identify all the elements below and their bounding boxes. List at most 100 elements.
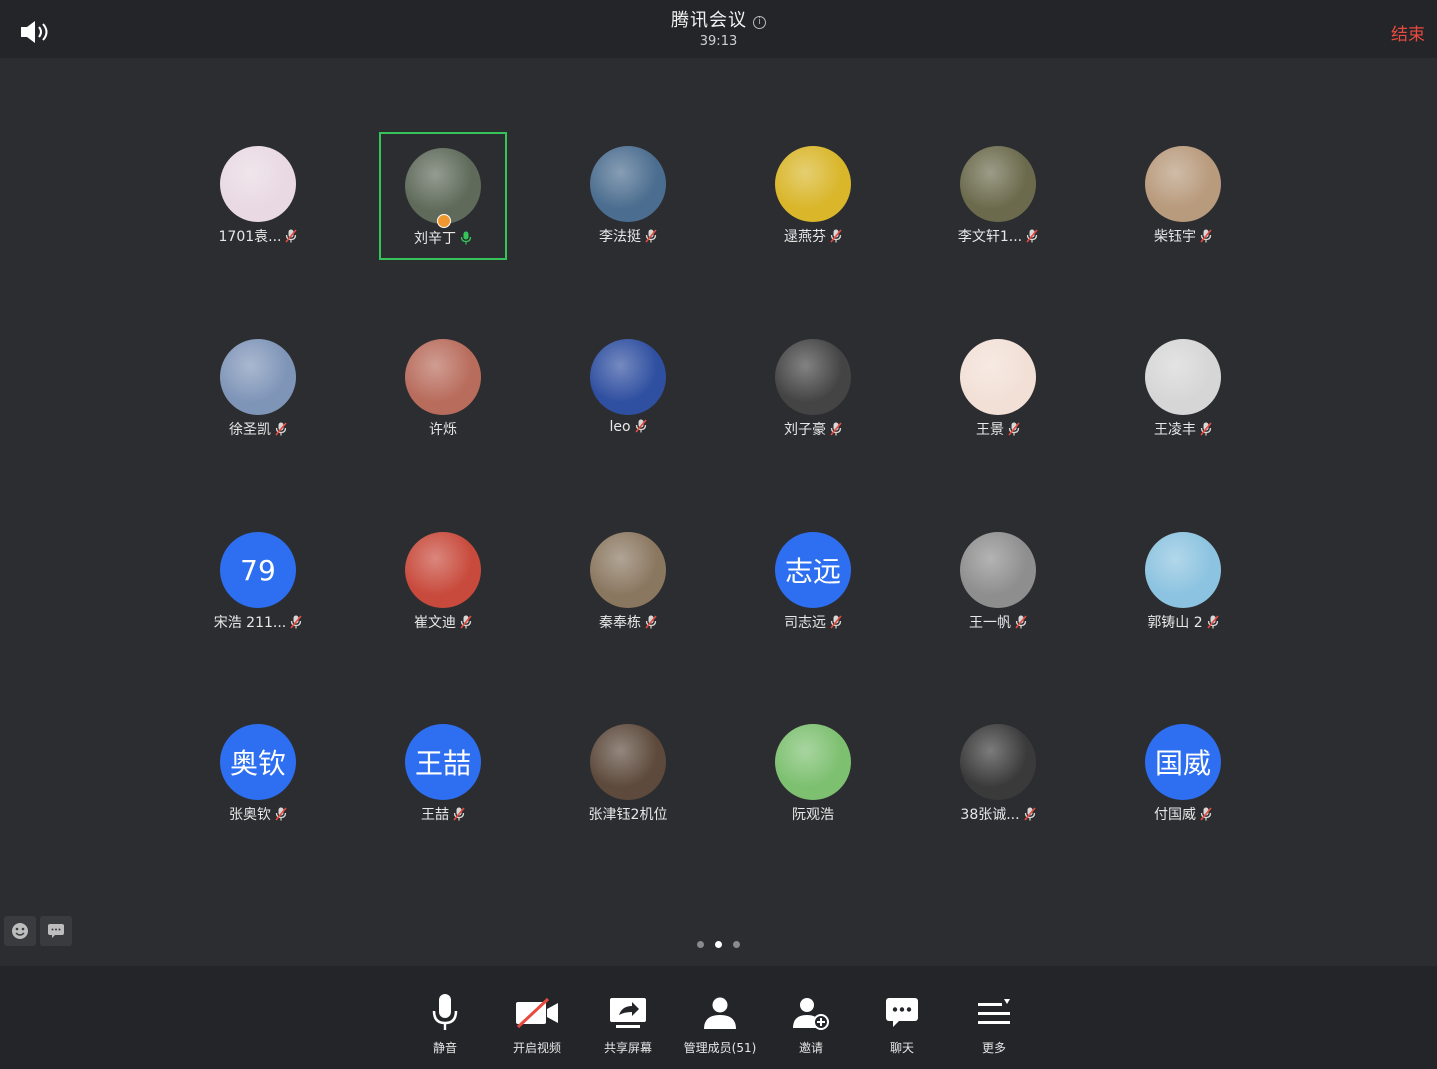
end-meeting-button[interactable]: 结束	[1391, 20, 1425, 45]
more-button[interactable]: 更多	[949, 992, 1039, 1056]
participant-name: leo	[609, 419, 631, 435]
participant-tile[interactable]: 郭铸山 2	[1119, 518, 1247, 646]
left-tools	[4, 916, 72, 946]
mic-muted-icon	[645, 229, 657, 243]
mic-on-icon	[460, 231, 472, 245]
avatar	[960, 724, 1036, 800]
participant-tile[interactable]: 1701袁...	[194, 132, 322, 260]
invite-button[interactable]: 邀请	[766, 992, 856, 1056]
mic-muted-icon	[830, 615, 842, 629]
participant-name-row: 1701袁...	[194, 226, 322, 246]
video-off-icon	[492, 992, 582, 1034]
participant-name-row: 王一帆	[934, 612, 1062, 632]
participant-name: 王喆	[421, 807, 449, 823]
participant-tile[interactable]: 张津钰2机位	[564, 710, 692, 838]
meeting-header: 腾讯会议 i 39:13	[0, 6, 1437, 49]
participant-tile[interactable]: 逯燕芬	[749, 132, 877, 260]
participant-name-row: 38张诚...	[934, 804, 1062, 824]
mic-muted-icon	[830, 229, 842, 243]
participant-tile[interactable]: 阮观浩	[749, 710, 877, 838]
info-icon[interactable]: i	[753, 16, 766, 29]
mic-muted-icon	[1200, 229, 1212, 243]
participant-name: 38张诚...	[960, 807, 1020, 823]
mic-muted-icon	[1200, 807, 1212, 821]
avatar-initials: 79	[220, 532, 296, 608]
avatar	[960, 339, 1036, 415]
avatar	[220, 146, 296, 222]
participant-grid: 1701袁... 刘辛丁 李法挺 逯燕芬 李文轩1... 柴钰宇徐圣凯 许烁 leo 刘子豪 王景…	[165, 70, 1275, 900]
avatar	[405, 339, 481, 415]
chat-bubble-icon[interactable]	[40, 916, 72, 946]
chat-button[interactable]: 聊天	[857, 992, 947, 1056]
mic-muted-icon	[275, 422, 287, 436]
avatar-initials: 奥钦	[220, 724, 296, 800]
participant-name: 郭铸山 2	[1147, 615, 1203, 631]
participant-tile[interactable]: leo	[564, 325, 692, 453]
page-dot-active[interactable]	[715, 941, 722, 948]
avatar	[405, 532, 481, 608]
mic-muted-icon	[1008, 422, 1020, 436]
participant-tile[interactable]: 王凌丰	[1119, 325, 1247, 453]
participant-name: 王凌丰	[1154, 422, 1196, 438]
participant-name: 司志远	[784, 615, 826, 631]
participant-tile[interactable]: 王一帆	[934, 518, 1062, 646]
mic-muted-icon	[285, 229, 298, 243]
participant-name-row: 王凌丰	[1119, 419, 1247, 439]
participant-name-row: 柴钰宇	[1119, 226, 1247, 246]
participant-tile[interactable]: 刘辛丁	[379, 132, 507, 260]
participant-name: 柴钰宇	[1154, 229, 1196, 245]
avatar	[960, 146, 1036, 222]
participant-tile[interactable]: 许烁	[379, 325, 507, 453]
participant-name: 刘辛丁	[414, 231, 456, 247]
page-indicator[interactable]	[697, 941, 740, 948]
participant-name-row: 许烁	[379, 419, 507, 439]
participant-name-row: 阮观浩	[749, 804, 877, 824]
mute-button[interactable]: 静音	[400, 992, 490, 1056]
host-badge-icon	[437, 214, 451, 228]
participant-tile[interactable]: 李法挺	[564, 132, 692, 260]
participant-tile[interactable]: 奥钦张奥钦	[194, 710, 322, 838]
avatar	[1145, 146, 1221, 222]
participant-name: 王景	[976, 422, 1004, 438]
mic-muted-icon	[1026, 229, 1038, 243]
manage-members-button[interactable]: 管理成员(51)	[675, 992, 765, 1056]
participant-tile[interactable]: 柴钰宇	[1119, 132, 1247, 260]
avatar	[405, 148, 481, 224]
mic-muted-icon	[453, 807, 465, 821]
participant-name: 张津钰2机位	[588, 807, 668, 823]
participant-name-row: 张奥钦	[194, 804, 322, 824]
participant-tile[interactable]: 李文轩1...	[934, 132, 1062, 260]
avatar	[590, 339, 666, 415]
participant-tile[interactable]: 刘子豪	[749, 325, 877, 453]
participant-tile[interactable]: 徐圣凯	[194, 325, 322, 453]
participant-tile[interactable]: 79 宋浩 211...	[194, 518, 322, 646]
participant-tile[interactable]: 国威 付国威	[1119, 710, 1247, 838]
page-dot[interactable]	[697, 941, 704, 948]
video-button[interactable]: 开启视频	[492, 992, 582, 1056]
emoji-icon[interactable]	[4, 916, 36, 946]
participant-name: 张奥钦	[229, 807, 271, 823]
participant-name-row: 徐圣凯	[194, 419, 322, 439]
mic-muted-icon	[1207, 615, 1219, 629]
mic-muted-icon	[275, 807, 287, 821]
mic-muted-icon	[1200, 422, 1212, 436]
participant-name-row: 刘子豪	[749, 419, 877, 439]
share-screen-label: 共享屏幕	[603, 1041, 652, 1055]
meeting-title: 腾讯会议	[671, 10, 747, 31]
participant-name: 秦奉栋	[599, 615, 641, 631]
participant-tile[interactable]: 志远司志远	[749, 518, 877, 646]
share-screen-button[interactable]: 共享屏幕	[583, 992, 673, 1056]
participant-tile[interactable]: 王景	[934, 325, 1062, 453]
participant-tile[interactable]: 38张诚...	[934, 710, 1062, 838]
participant-name-row: 秦奉栋	[564, 612, 692, 632]
participant-name-row: 王喆	[379, 804, 507, 824]
avatar	[220, 339, 296, 415]
add-user-icon	[766, 992, 856, 1034]
participant-tile[interactable]: 秦奉栋	[564, 518, 692, 646]
page-dot[interactable]	[733, 941, 740, 948]
avatar-initials: 志远	[775, 532, 851, 608]
participant-tile[interactable]: 王喆 王喆	[379, 710, 507, 838]
mic-muted-icon	[645, 615, 657, 629]
participant-name-row: 刘辛丁	[381, 228, 505, 248]
participant-tile[interactable]: 崔文迪	[379, 518, 507, 646]
